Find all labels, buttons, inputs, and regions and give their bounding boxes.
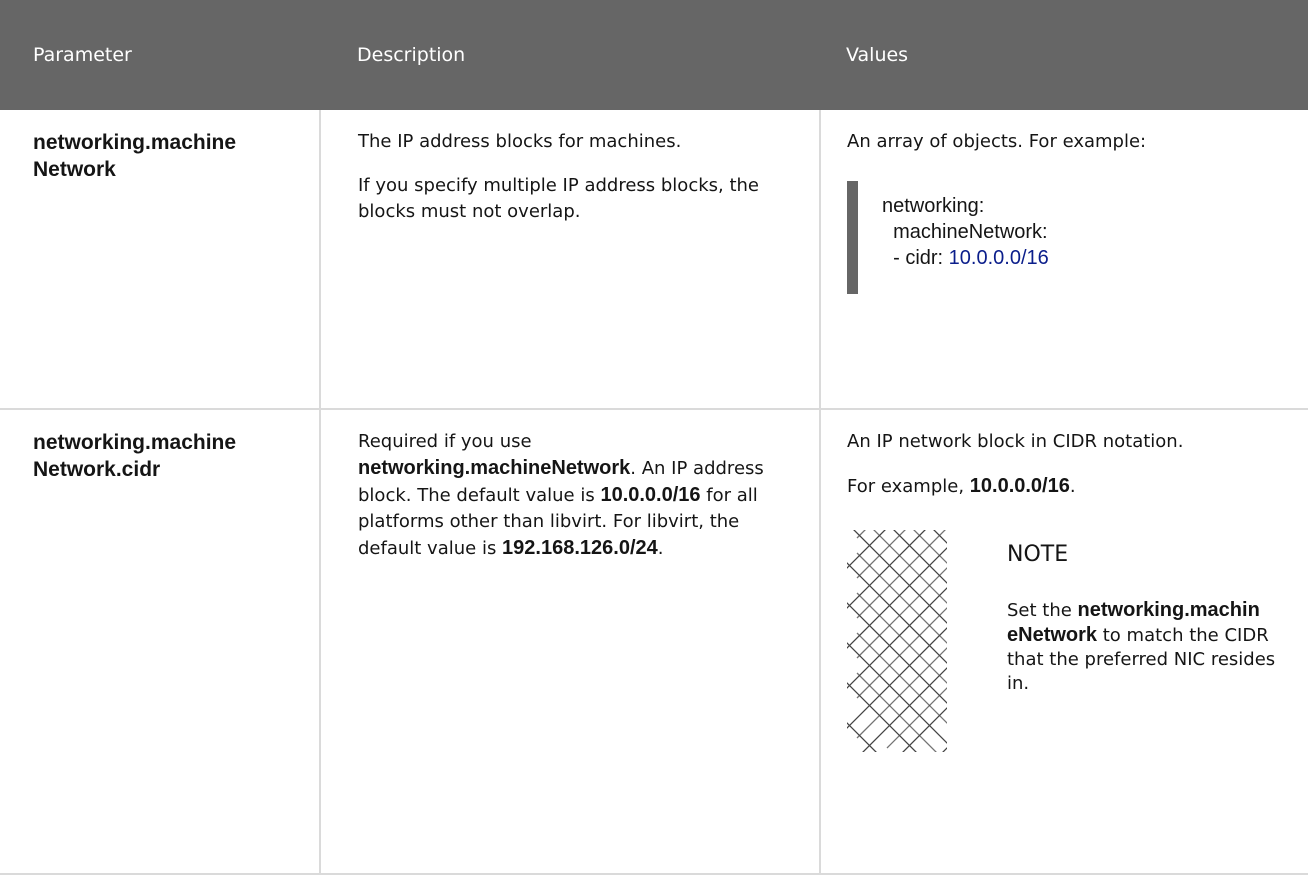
values-text: An array of objects. For example: bbox=[847, 131, 1147, 152]
note-pattern-icon bbox=[847, 530, 947, 752]
note-admonition: NOTE Set the networking.machin eNetwork … bbox=[847, 530, 1298, 752]
text-run: For example, bbox=[847, 476, 970, 497]
inline-code: networking.machineNetwork bbox=[358, 457, 631, 479]
description-cell: Required if you use networking.machineNe… bbox=[320, 409, 821, 875]
code-block: networking: machineNetwork: - cidr: 10.0… bbox=[847, 181, 1298, 294]
values-text: An IP network block in CIDR notation. bbox=[847, 431, 1184, 452]
header-description: Description bbox=[320, 0, 820, 110]
header-parameter: Parameter bbox=[0, 0, 320, 110]
table-header-row: Parameter Description Values bbox=[0, 0, 1308, 110]
text-run: . bbox=[657, 538, 664, 559]
header-values: Values bbox=[820, 0, 1308, 110]
text-run: . bbox=[1069, 476, 1076, 497]
description-text: Required if you use networking.machineNe… bbox=[358, 429, 799, 562]
values-cell: An IP network block in CIDR notation. Fo… bbox=[820, 409, 1308, 875]
note-text: Set the networking.machin eNetwork to ma… bbox=[1007, 598, 1298, 696]
code-line: networking: bbox=[882, 195, 985, 217]
inline-code: 10.0.0.0/16 bbox=[600, 484, 701, 506]
code-line: machineNetwork: bbox=[882, 221, 1048, 243]
code-key: - cidr: bbox=[882, 247, 949, 269]
inline-code: 192.168.126.0/24 bbox=[502, 537, 658, 559]
description-text: If you specify multiple IP address block… bbox=[358, 175, 760, 222]
code-value: 10.0.0.0/16 bbox=[948, 247, 1049, 269]
parameter-name: networking.machine Network bbox=[33, 131, 237, 181]
note-body: NOTE Set the networking.machin eNetwork … bbox=[1007, 530, 1298, 752]
code-line: - cidr: 10.0.0.0/16 bbox=[882, 245, 1298, 271]
text-run: Required if you use bbox=[358, 431, 532, 452]
note-title: NOTE bbox=[1007, 542, 1069, 567]
inline-code: 10.0.0.0/16 bbox=[969, 475, 1070, 497]
table-row: networking.machine Network The IP addres… bbox=[0, 110, 1308, 410]
values-cell: An array of objects. For example: networ… bbox=[820, 110, 1308, 410]
parameter-name: networking.machine Network.cidr bbox=[33, 431, 237, 481]
parameter-cell: networking.machine Network bbox=[0, 110, 321, 410]
table-row: networking.machine Network.cidr Required… bbox=[0, 409, 1308, 875]
text-run: Set the bbox=[1007, 600, 1078, 621]
parameters-table: Parameter Description Values networking.… bbox=[0, 0, 1308, 875]
values-example: For example, 10.0.0.0/16. bbox=[847, 473, 1298, 500]
parameter-cell: networking.machine Network.cidr bbox=[0, 409, 321, 875]
description-text: The IP address blocks for machines. bbox=[358, 131, 682, 152]
description-cell: The IP address blocks for machines. If y… bbox=[320, 110, 821, 410]
